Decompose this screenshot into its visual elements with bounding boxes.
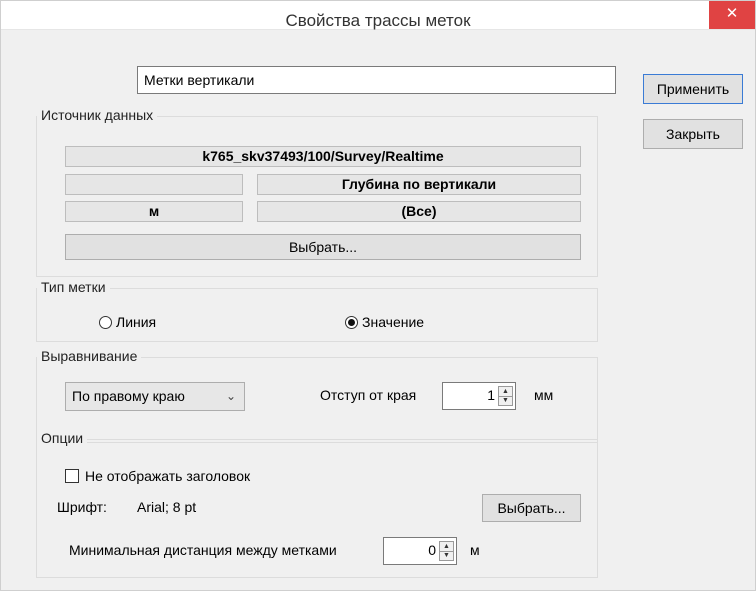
radio-line-indicator	[99, 316, 112, 329]
source-row2-right: Глубина по вертикали	[257, 174, 581, 195]
radio-line-label: Линия	[116, 314, 157, 330]
close-icon: ✕	[725, 5, 739, 22]
alignment-label: Выравнивание	[37, 348, 142, 364]
offset-spinner[interactable]: 1 ▲ ▼	[442, 382, 516, 410]
font-value: Arial; 8 pt	[137, 499, 197, 515]
radio-line[interactable]: Линия	[99, 314, 156, 330]
source-filter-field: (Все)	[257, 201, 581, 222]
options-label: Опции	[37, 430, 88, 446]
offset-label: Отступ от края	[320, 387, 417, 403]
chevron-down-icon: ⌄	[225, 389, 236, 403]
mark-type-label: Тип метки	[37, 279, 110, 295]
offset-spinner-arrows[interactable]: ▲ ▼	[498, 386, 513, 406]
alignment-group: Выравнивание По правому краю ⌄ Отступ от…	[36, 348, 598, 443]
min-distance-value: 0	[428, 542, 436, 558]
offset-unit: мм	[534, 387, 554, 403]
source-unit-field: м	[65, 201, 243, 222]
alignment-select-value: По правому краю	[72, 388, 185, 404]
min-distance-spinner-arrows[interactable]: ▲ ▼	[439, 541, 454, 561]
window-title: Свойства трассы меток	[285, 11, 471, 30]
dialog-content: Применить Закрыть Источник данных k765_s…	[1, 30, 755, 590]
data-source-group: Источник данных k765_skv37493/100/Survey…	[36, 107, 598, 277]
arrow-down-icon[interactable]: ▼	[440, 551, 453, 560]
title-bar: Свойства трассы меток ✕	[1, 1, 755, 30]
source-path-field: k765_skv37493/100/Survey/Realtime	[65, 146, 581, 167]
min-distance-unit: м	[470, 542, 480, 558]
options-group: Опции Не отображать заголовок Шрифт: Ari…	[36, 430, 598, 578]
min-distance-label: Минимальная дистанция между метками	[69, 542, 337, 558]
offset-value: 1	[487, 387, 495, 403]
close-window-button[interactable]: ✕	[709, 1, 755, 29]
hide-header-label: Не отображать заголовок	[85, 468, 251, 484]
apply-button[interactable]: Применить	[643, 74, 743, 104]
hide-header-checkbox[interactable]	[65, 469, 79, 483]
radio-value-label: Значение	[362, 314, 425, 330]
radio-value[interactable]: Значение	[345, 314, 424, 330]
radio-value-indicator	[345, 316, 358, 329]
name-input[interactable]	[137, 66, 616, 94]
mark-type-group: Тип метки Линия Значение	[36, 279, 598, 342]
dialog-window: Свойства трассы меток ✕ Применить Закрыт…	[0, 0, 756, 591]
alignment-select[interactable]: По правому краю ⌄	[65, 382, 245, 411]
data-source-label: Источник данных	[37, 107, 158, 123]
min-distance-spinner[interactable]: 0 ▲ ▼	[383, 537, 457, 565]
close-button[interactable]: Закрыть	[643, 119, 743, 149]
source-row2-left	[65, 174, 243, 195]
select-font-button[interactable]: Выбрать...	[482, 494, 581, 522]
font-label: Шрифт:	[57, 499, 107, 515]
arrow-down-icon[interactable]: ▼	[499, 396, 512, 405]
select-source-button[interactable]: Выбрать...	[65, 234, 581, 260]
